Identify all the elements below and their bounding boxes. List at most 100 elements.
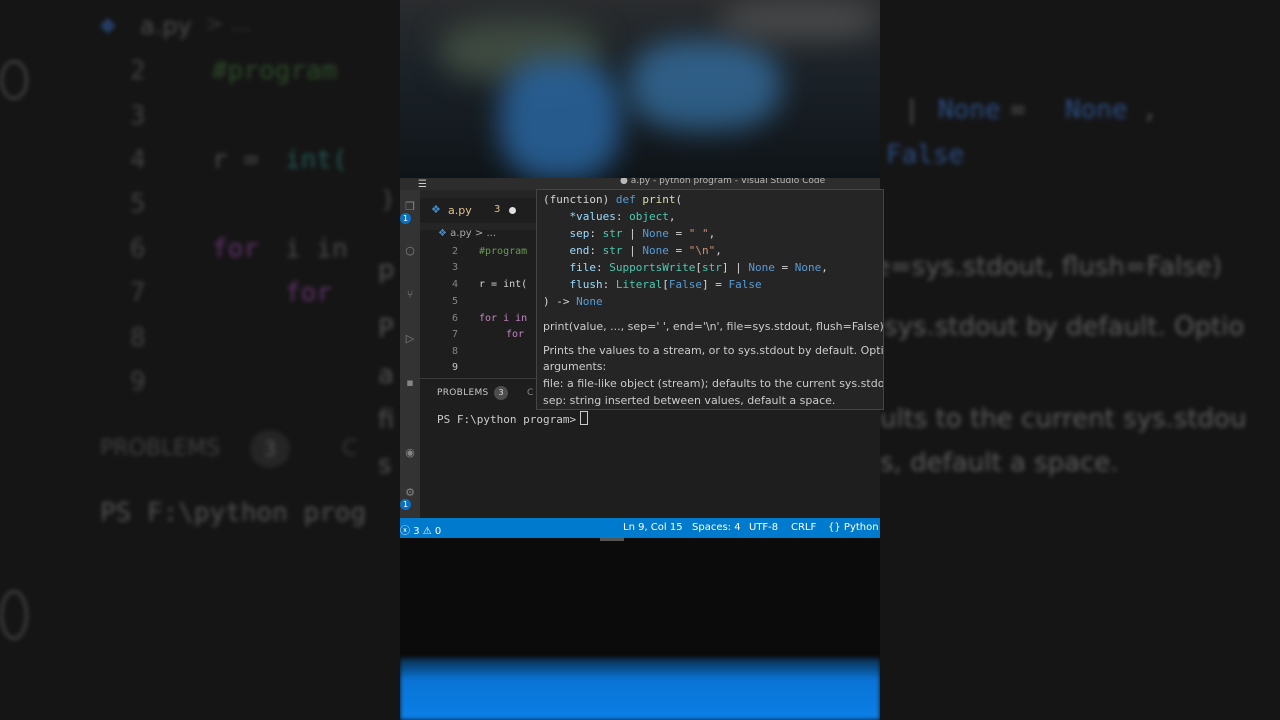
sig-none: None [642, 227, 669, 240]
warning-count: 0 [434, 526, 442, 537]
bg-problems-badge: 3 [250, 430, 290, 468]
status-language[interactable]: {} Python [828, 522, 879, 533]
bg-code-var: r = [212, 145, 259, 175]
bg-code-paren: ) [380, 185, 396, 215]
code-line: for [506, 329, 525, 340]
terminal[interactable]: PS F:\python program> [437, 411, 589, 426]
bg-sig-comma: , [1142, 95, 1158, 125]
source-control-icon[interactable]: ⑂ [403, 288, 417, 302]
line-number: 2 [451, 246, 458, 257]
signature-line: end: str | None = "\n", [569, 244, 722, 257]
blurred-blue-bar [400, 658, 880, 720]
sig-return-type: None [576, 295, 603, 308]
status-encoding[interactable]: UTF-8 [749, 522, 778, 533]
status-cursor-position[interactable]: Ln 9, Col 15 [623, 522, 683, 533]
background-right-blur: | None = None , False e=sys.stdout, flus… [880, 0, 1280, 720]
bg-side-text: fi [378, 405, 395, 435]
bg-sig-none-default: None [1065, 95, 1128, 125]
search-icon[interactable]: ○ [403, 244, 417, 258]
explorer-icon[interactable]: ❐ [403, 200, 417, 214]
bg-search-icon [0, 60, 28, 100]
bg-sig-false: False [886, 140, 965, 170]
bg-terminal-prompt: PS F:\python prog [100, 498, 367, 528]
bg-doc-text: e=sys.stdout, flush=False) [880, 252, 1222, 282]
bg-line-number: 4 [130, 145, 146, 175]
python-file-icon: ❖ [438, 228, 447, 239]
line-number: 4 [451, 279, 458, 290]
bg-line-number: 3 [130, 101, 146, 131]
sig-type-arg: str [701, 261, 722, 274]
breadcrumb-file[interactable]: a.py [450, 228, 472, 239]
sig-none: None [748, 261, 775, 274]
extensions-icon[interactable]: ▪ [403, 376, 417, 390]
bg-line-number: 8 [130, 323, 146, 353]
status-problems[interactable]: ⓧ 3 ⚠ 0 [400, 522, 441, 537]
hover-tooltip: (function) def print( *values: object, s… [536, 189, 884, 410]
bg-panel-next: C [342, 436, 358, 461]
bg-line-number: 7 [130, 278, 146, 308]
bg-side-text: a [378, 360, 394, 390]
braces-icon: {} [828, 522, 841, 533]
line-number: 5 [451, 296, 458, 307]
code-line: #program [479, 246, 528, 257]
status-indentation[interactable]: Spaces: 4 [692, 522, 741, 533]
tab-output[interactable]: C [527, 388, 533, 398]
signature-line: ) -> None [543, 295, 603, 308]
line-number: 7 [451, 329, 458, 340]
sig-param: file [569, 261, 597, 274]
signature-line: file: SupportsWrite[str] | None = None, [569, 261, 828, 274]
line-number: 8 [451, 346, 458, 357]
explorer-badge: 1 [400, 213, 411, 224]
background-left-blur: ❖ a.py > ... 2 3 4 5 6 7 8 9 #program r … [0, 0, 400, 720]
sig-none: None [642, 244, 669, 257]
unsaved-dot-icon[interactable] [509, 207, 516, 214]
code-line: r = int( [479, 279, 528, 290]
bg-side-text: p [378, 255, 395, 285]
bg-line-number: 5 [130, 189, 146, 219]
sig-default: "\n" [688, 244, 716, 257]
bg-code-comment: #program [212, 56, 338, 86]
sig-type: SupportsWrite [609, 261, 696, 274]
status-eol[interactable]: CRLF [791, 522, 816, 533]
python-file-icon: ❖ [431, 203, 441, 216]
code-line: for i in [479, 313, 528, 324]
sig-param: flush [569, 278, 603, 291]
sig-type-arg: False [668, 278, 702, 291]
doc-sep-param: sep: string inserted between values, def… [543, 394, 836, 407]
sig-function-name: print [642, 193, 676, 206]
sig-type: object [629, 210, 669, 223]
sig-keyword: def [615, 193, 636, 206]
hamburger-icon[interactable]: ☰ [418, 179, 427, 190]
sig-default: False [728, 278, 762, 291]
bg-sig-pipe: | [904, 95, 920, 125]
bg-doc-text: sys.stdout by default. Optio [884, 312, 1245, 342]
account-icon[interactable]: ◉ [403, 446, 417, 460]
line-number: 6 [451, 313, 458, 324]
activity-bar: ❐ 1 ○ ⑂ ▷ ▪ ◉ ⚙ 1 [400, 190, 420, 518]
doc-description: arguments: [543, 360, 607, 373]
bg-code-for: for [212, 234, 259, 264]
terminal-cursor [580, 411, 589, 425]
bg-code-for-rest: i in [285, 234, 348, 264]
sig-param: *values [569, 210, 616, 223]
scroll-indicator [600, 538, 624, 541]
line-number-current: 9 [451, 362, 458, 373]
run-debug-icon[interactable]: ▷ [403, 332, 417, 346]
bg-doc-text: ults to the current sys.stdou [880, 404, 1247, 434]
sig-type: str [602, 244, 623, 257]
python-file-icon: ❖ [100, 10, 116, 40]
error-count: 3 [413, 526, 420, 537]
sig-open-paren: ( [675, 193, 683, 206]
sig-default: None [794, 261, 822, 274]
tab-problems[interactable]: PROBLEMS [437, 388, 489, 398]
language-label: Python [843, 522, 879, 533]
sig-param: sep [569, 227, 590, 240]
bg-line-number: 9 [130, 367, 146, 397]
problems-badge: 3 [494, 386, 508, 400]
bg-code-int: int( [285, 145, 348, 175]
breadcrumb-more[interactable]: ... [487, 228, 497, 239]
settings-gear-icon[interactable]: ⚙ [403, 486, 417, 500]
tab-problem-count: 3 [494, 204, 501, 215]
tab-a-py[interactable]: ❖ a.py 3 [420, 198, 538, 223]
bg-account-icon [0, 590, 28, 640]
